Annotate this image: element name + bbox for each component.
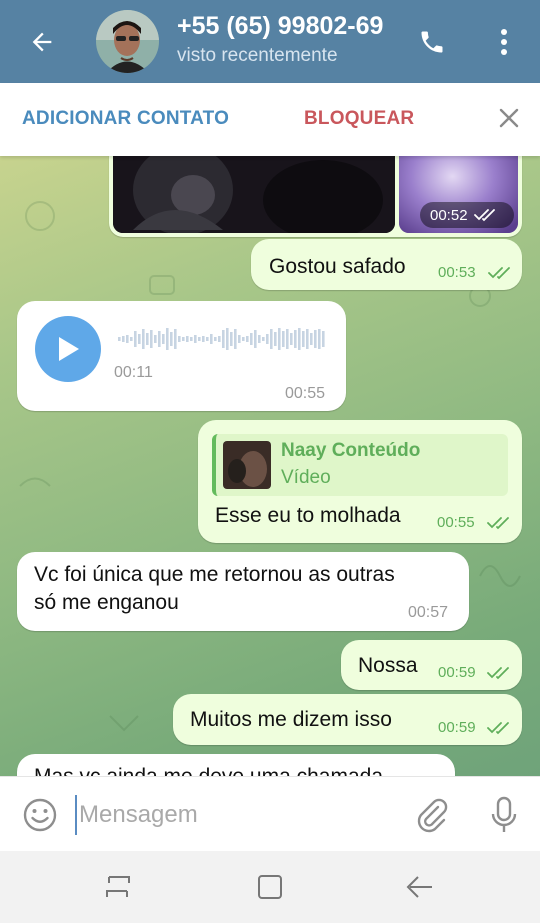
message-time: 00:52 bbox=[430, 206, 468, 224]
outgoing-video-message[interactable]: 00:52 bbox=[109, 156, 522, 237]
voice-duration: 00:11 bbox=[114, 364, 153, 381]
contact-title[interactable]: +55 (65) 99802-69 bbox=[177, 12, 399, 41]
message-time: 00:57 bbox=[408, 604, 449, 621]
play-button[interactable] bbox=[35, 316, 101, 382]
chat-header: +55 (65) 99802-69 visto recentemente bbox=[0, 0, 540, 83]
reply-sender: Naay Conteúdo bbox=[281, 440, 421, 461]
double-check-icon bbox=[473, 209, 495, 222]
message-composer bbox=[0, 776, 540, 851]
reply-kind: Vídeo bbox=[281, 467, 331, 488]
system-nav-bar bbox=[0, 851, 540, 923]
more-options-button[interactable] bbox=[488, 22, 520, 62]
more-vertical-icon bbox=[501, 29, 507, 55]
outgoing-message[interactable]: Muitos me dizem isso 00:59 bbox=[173, 694, 522, 745]
message-text: Mas vc ainda me deve uma chamada bbox=[34, 765, 383, 776]
video-time-badge: 00:52 bbox=[420, 202, 514, 228]
message-text: Gostou safado bbox=[269, 255, 406, 278]
message-text: Nossa bbox=[358, 654, 418, 677]
message-time: 00:59 bbox=[438, 664, 476, 681]
video-thumbnail[interactable] bbox=[113, 156, 395, 233]
arrow-left-icon bbox=[32, 32, 52, 52]
recent-apps-icon bbox=[106, 876, 130, 897]
message-time: 00:53 bbox=[438, 264, 476, 281]
close-bar-button[interactable] bbox=[494, 103, 524, 133]
reply-video-thumbnail bbox=[223, 441, 271, 489]
block-button[interactable]: BLOQUEAR bbox=[304, 108, 414, 130]
message-list[interactable]: 00:52 Gostou safado 00:53 00:11 00:55 Na… bbox=[0, 156, 540, 776]
play-icon bbox=[59, 337, 79, 361]
message-input[interactable] bbox=[75, 795, 395, 835]
message-time: 00:59 bbox=[438, 719, 476, 736]
incoming-message[interactable]: Vc foi única que me retornou as outras s… bbox=[17, 552, 469, 631]
incoming-message[interactable]: Mas vc ainda me deve uma chamada bbox=[17, 754, 455, 776]
video-thumbnail[interactable]: 00:52 bbox=[399, 156, 518, 233]
voice-waveform[interactable] bbox=[118, 325, 328, 353]
outgoing-message[interactable]: Nossa 00:59 bbox=[341, 640, 522, 690]
smiley-icon[interactable] bbox=[22, 797, 58, 833]
double-check-icon bbox=[487, 722, 509, 735]
paperclip-icon[interactable] bbox=[414, 797, 450, 833]
message-text: Esse eu to molhada bbox=[215, 504, 401, 527]
contact-status: visto recentemente bbox=[177, 45, 338, 66]
back-button[interactable] bbox=[22, 22, 62, 62]
add-contact-button[interactable]: ADICIONAR CONTATO bbox=[22, 108, 229, 130]
reply-preview[interactable]: Naay Conteúdo Vídeo bbox=[212, 434, 508, 496]
message-text-line: só me enganou bbox=[34, 591, 179, 614]
system-back-button[interactable] bbox=[400, 871, 440, 903]
message-text-line: Vc foi única que me retornou as outras bbox=[34, 563, 395, 586]
incoming-voice-message[interactable]: 00:11 00:55 bbox=[17, 301, 346, 411]
double-check-icon bbox=[488, 267, 510, 280]
message-time: 00:55 bbox=[437, 514, 475, 531]
contact-avatar[interactable] bbox=[96, 10, 159, 73]
double-check-icon bbox=[487, 517, 509, 530]
unknown-contact-bar: ADICIONAR CONTATO BLOQUEAR bbox=[0, 83, 540, 156]
outgoing-message[interactable]: Gostou safado 00:53 bbox=[251, 239, 522, 290]
message-time: 00:55 bbox=[285, 385, 326, 402]
microphone-icon[interactable] bbox=[488, 795, 520, 835]
message-text: Muitos me dizem isso bbox=[190, 708, 392, 731]
phone-icon bbox=[421, 31, 443, 53]
call-button[interactable] bbox=[412, 22, 452, 62]
outgoing-reply-message[interactable]: Naay Conteúdo Vídeo Esse eu to molhada 0… bbox=[198, 420, 522, 543]
close-icon bbox=[499, 108, 519, 128]
home-button[interactable] bbox=[250, 871, 290, 903]
recent-apps-button[interactable] bbox=[98, 871, 138, 903]
double-check-icon bbox=[487, 667, 509, 680]
nav-back-icon bbox=[406, 876, 432, 898]
home-icon bbox=[258, 875, 282, 899]
